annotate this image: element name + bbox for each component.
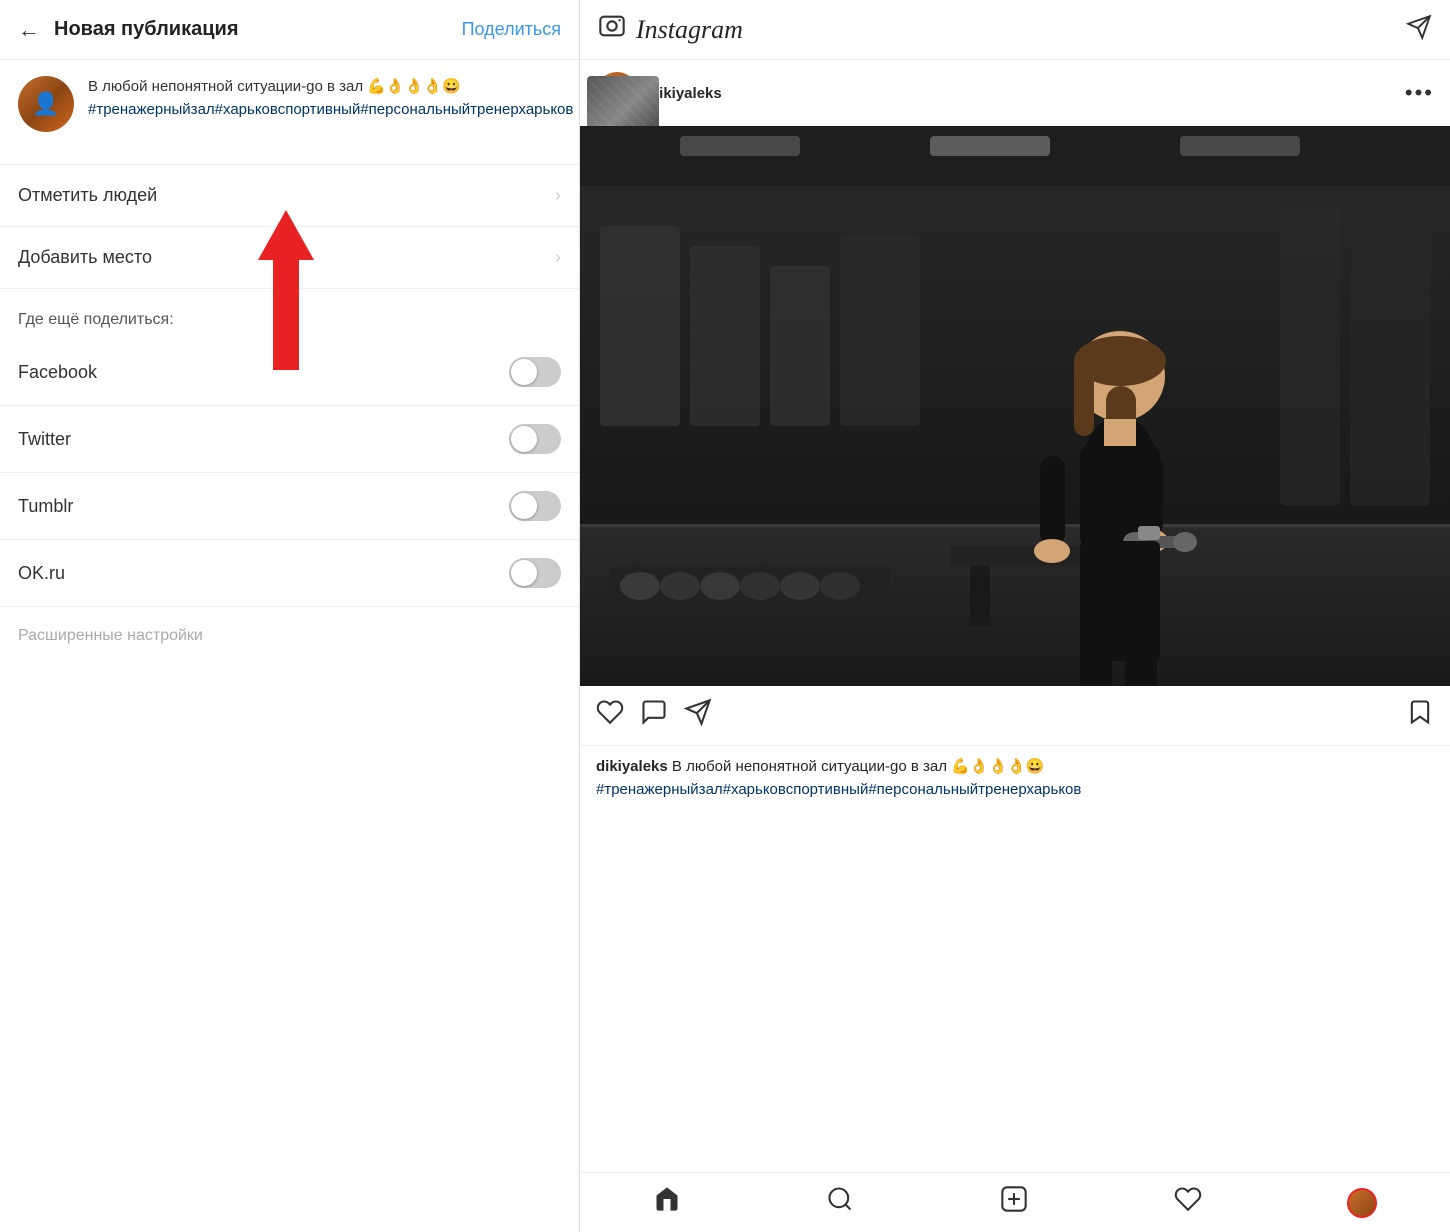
gym-scene-svg [580, 126, 1450, 686]
chevron-right-icon: › [555, 247, 561, 268]
camera-icon [598, 12, 626, 47]
avatar: 👤 [18, 76, 74, 132]
post-preview: 👤 В любой непонятной ситуации-go в зал 💪… [0, 60, 579, 165]
tag-people-label: Отметить людей [18, 185, 157, 206]
okru-row: OK.ru [0, 540, 579, 607]
post-header: 👤 dikiyaleks ••• [580, 60, 1450, 126]
share-button[interactable]: Поделиться [462, 19, 561, 40]
add-post-icon[interactable] [1000, 1185, 1028, 1220]
like-icon[interactable] [596, 698, 624, 733]
profile-avatar[interactable] [1347, 1188, 1377, 1218]
add-location-label: Добавить место [18, 247, 152, 268]
page-title: Новая публикация [54, 18, 462, 41]
back-button[interactable]: ← [18, 17, 40, 43]
post-image [580, 126, 1450, 686]
tag-people-row[interactable]: Отметить людей › [0, 165, 579, 227]
tumblr-row: Tumblr [0, 473, 579, 540]
okru-label: OK.ru [18, 563, 65, 584]
bookmark-icon[interactable] [1406, 698, 1434, 733]
instagram-header: Instagram [580, 0, 1450, 60]
okru-toggle[interactable] [509, 558, 561, 588]
post-caption: dikiyaleks В любой непонятной ситуации-g… [580, 746, 1450, 811]
right-panel: Instagram 👤 dikiyaleks ••• [580, 0, 1450, 1232]
bottom-nav [580, 1172, 1450, 1232]
home-icon[interactable] [653, 1185, 681, 1220]
add-location-row[interactable]: Добавить место › [0, 227, 579, 289]
caption-username: dikiyaleks [596, 758, 668, 775]
share-section-header: Где ещё поделиться: [0, 289, 579, 339]
left-header: ← Новая публикация Поделиться [0, 0, 579, 60]
comment-icon[interactable] [640, 698, 668, 733]
twitter-toggle[interactable] [509, 424, 561, 454]
twitter-row: Twitter [0, 406, 579, 473]
share-icon[interactable] [684, 698, 712, 733]
more-options-icon[interactable]: ••• [1405, 80, 1434, 106]
chevron-right-icon: › [555, 185, 561, 206]
instagram-logo-text: Instagram [636, 15, 1406, 45]
twitter-label: Twitter [18, 429, 71, 450]
heart-icon[interactable] [1174, 1185, 1202, 1220]
post-actions [580, 686, 1450, 746]
search-icon[interactable] [826, 1185, 854, 1220]
caption-text: В любой непонятной ситуации-go в зал 💪👌👌… [672, 758, 1045, 775]
tumblr-toggle[interactable] [509, 491, 561, 521]
facebook-label: Facebook [18, 362, 97, 383]
facebook-row: Facebook [0, 339, 579, 406]
tumblr-label: Tumblr [18, 496, 73, 517]
advanced-settings-link[interactable]: Расширенные настройки [0, 607, 579, 665]
username: dikiyaleks [650, 85, 1405, 102]
send-icon[interactable] [1406, 14, 1432, 46]
caption-hashtags: #тренажерныйзал#харьковспортивный#персон… [596, 781, 1081, 798]
left-panel: ← Новая публикация Поделиться 👤 В любой … [0, 0, 580, 1232]
post-caption: В любой непонятной ситуации-go в зал 💪👌👌… [88, 76, 573, 121]
facebook-toggle[interactable] [509, 357, 561, 387]
